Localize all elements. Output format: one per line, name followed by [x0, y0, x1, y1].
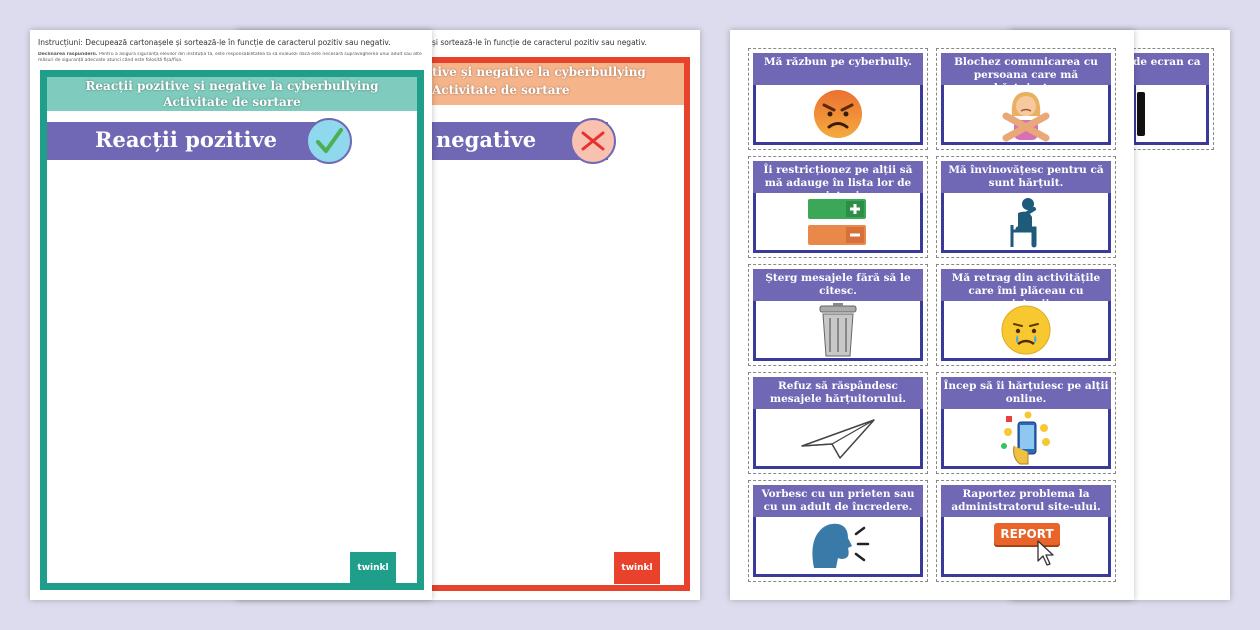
add-remove-icon — [753, 193, 923, 253]
paper-plane-icon — [753, 409, 923, 469]
speaking-head-icon — [753, 517, 923, 577]
twinkl-logo-teal: twinkl — [350, 552, 396, 584]
card-7-text: Refuz să răspândesc mesajele hărțuitorul… — [753, 377, 923, 409]
positive-title: Reacții pozitive — [95, 127, 278, 152]
card-6: Mă retrag din activitățile care îmi plăc… — [936, 264, 1116, 366]
positive-sheet: Instrucțiuni: Decupează cartonașele și s… — [30, 30, 432, 600]
cursor-arrow-icon — [1037, 540, 1054, 566]
card-4: Mă învinovățesc pentru că sunt hărțuit. — [936, 156, 1116, 258]
card-6-text: Mă retrag din activitățile care îmi plăc… — [941, 269, 1111, 310]
card-7: Refuz să răspândesc mesajele hărțuitorul… — [748, 372, 928, 474]
girl-blocking-icon — [941, 85, 1111, 145]
card-1: Mă răzbun pe cyberbully. — [748, 48, 928, 150]
negative-header-line2: Activitate de sortare — [432, 83, 570, 97]
card-4-text: Mă învinovățesc pentru că sunt hărțuit. — [941, 161, 1111, 193]
disclaimer: Declinarea răspunderii. Pentru a asigura… — [38, 52, 422, 63]
card-5: Șterg mesajele fără să le citesc. — [748, 264, 928, 366]
card-5-text: Șterg mesajele fără să le citesc. — [753, 269, 923, 301]
positive-band: Reacții pozitive — [47, 122, 333, 160]
cards-sheet: Mă răzbun pe cyberbully. Blochez comunic… — [730, 30, 1134, 600]
positive-header-line2: Activitate de sortare — [163, 95, 301, 109]
card-10-text: Raportez problema la administratorul sit… — [941, 485, 1111, 517]
card-3-text: Îi restricționez pe alții să mă adauge î… — [753, 161, 923, 202]
sad-person-icon — [941, 193, 1111, 253]
positive-header: Reacții pozitive și negative la cyberbul… — [47, 77, 417, 111]
negative-title: negative — [436, 127, 537, 152]
card-1-text: Mă răzbun pe cyberbully. — [753, 53, 923, 85]
card-2: Blochez comunicarea cu persoana care mă … — [936, 48, 1116, 150]
back-card: de ecran ca — [1128, 48, 1214, 150]
back-card-picture — [1133, 85, 1209, 145]
negative-header: tive și negative la cyberbullying Activi… — [418, 63, 684, 105]
crying-face-icon — [941, 301, 1111, 361]
report-button-icon: REPORT — [941, 517, 1111, 577]
card-3: Îi restricționez pe alții să mă adauge î… — [748, 156, 928, 258]
trash-bin-icon — [753, 301, 923, 361]
instructions-back: și sortează-le în funcție de caracterul … — [432, 38, 647, 47]
phone-emoji-icon — [941, 409, 1111, 469]
card-10: Raportez problema la administratorul sit… — [936, 480, 1116, 582]
card-2-text: Blochez comunicarea cu persoana care mă … — [941, 53, 1111, 94]
card-9: Vorbesc cu un prieten sau cu un adult de… — [748, 480, 928, 582]
checkmark-icon — [306, 118, 352, 164]
card-8-text: Încep să îi hărțuiesc pe alții online. — [941, 377, 1111, 409]
cross-icon — [570, 118, 616, 164]
card-9-text: Vorbesc cu un prieten sau cu un adult de… — [753, 485, 923, 517]
positive-header-line1: Reacții pozitive și negative la cyberbul… — [85, 79, 379, 93]
card-8: Încep să îi hărțuiesc pe alții online. — [936, 372, 1116, 474]
back-card-caption: de ecran ca — [1133, 53, 1209, 85]
negative-header-line1: tive și negative la cyberbullying — [432, 65, 646, 79]
twinkl-logo-red: twinkl — [614, 552, 660, 584]
instructions: Instrucțiuni: Decupează cartonașele și s… — [38, 38, 391, 47]
angry-face-icon — [753, 85, 923, 145]
